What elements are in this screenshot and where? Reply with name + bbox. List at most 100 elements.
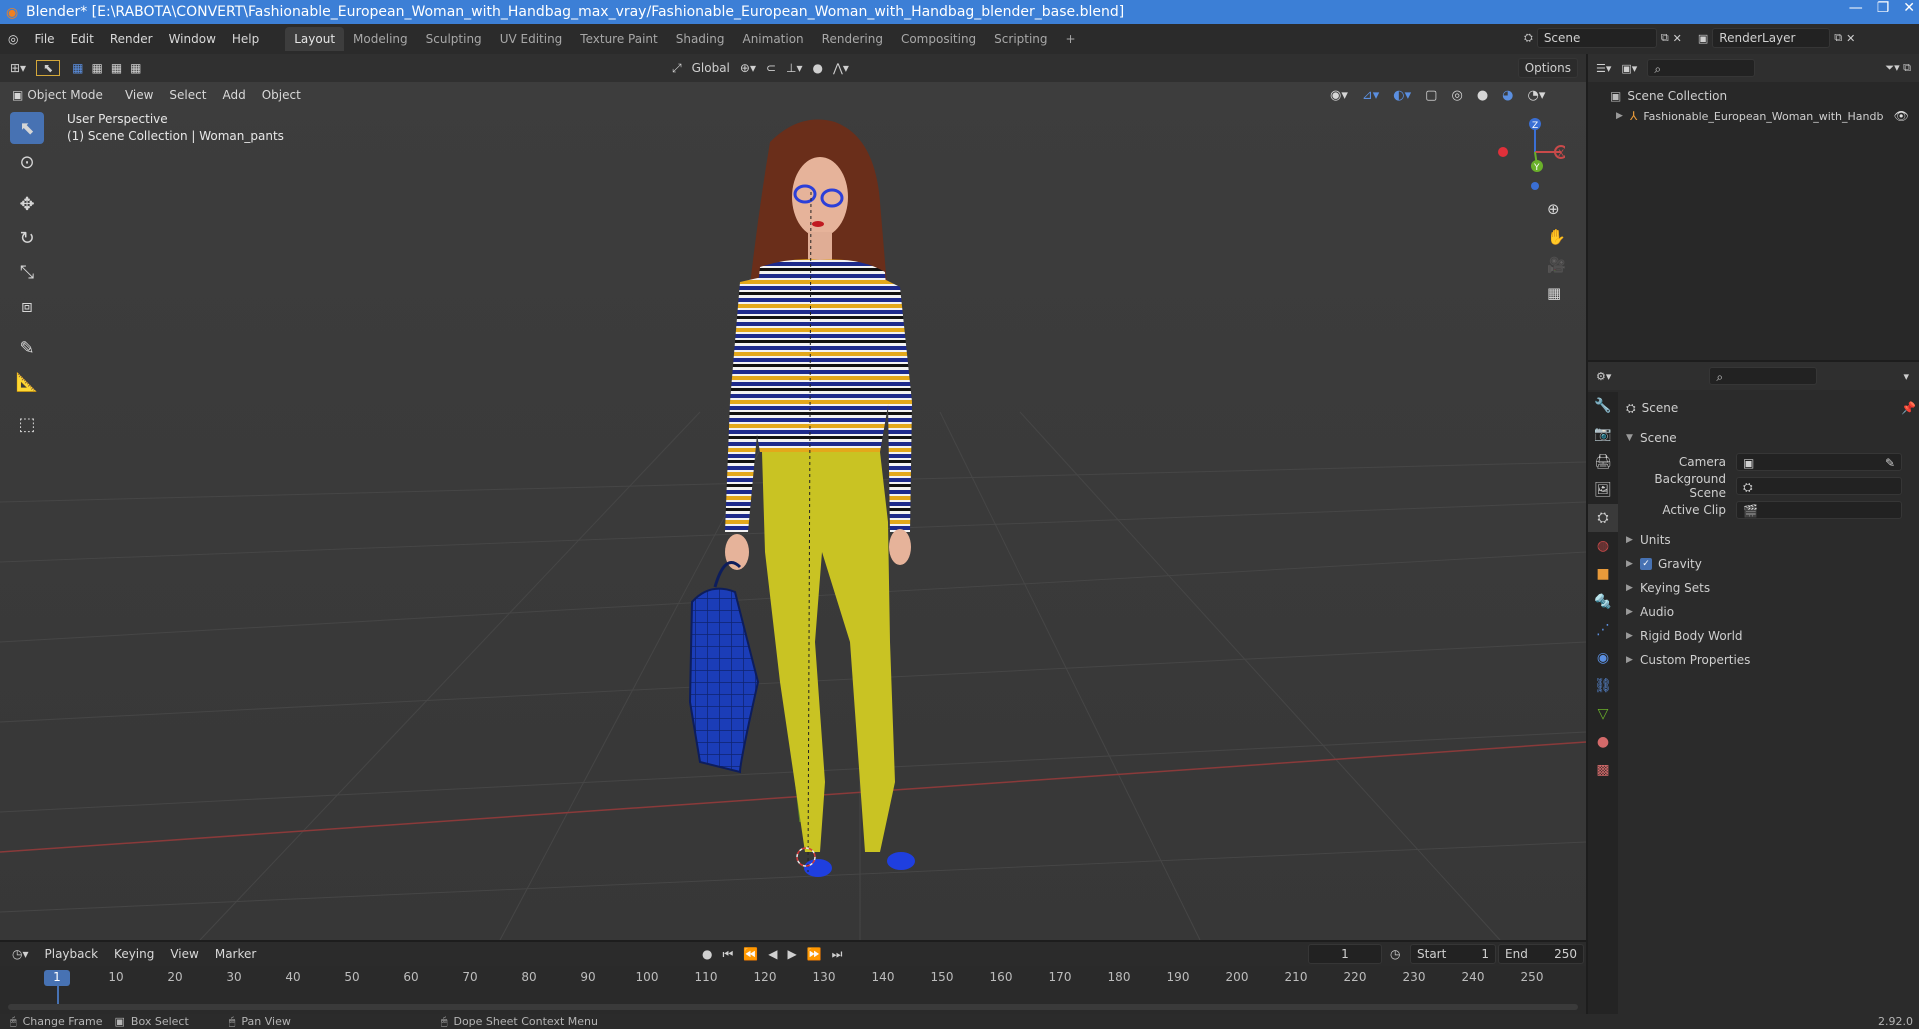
expand-arrow-icon[interactable]: ▶ [1626,655,1640,665]
keying-menu[interactable]: Keying [106,947,162,961]
custom-properties-panel[interactable]: ▶ Custom Properties [1626,648,1916,672]
rotate-tool-icon[interactable]: ↻ [10,222,44,254]
particles-tab-icon[interactable]: ⋰ [1588,616,1618,644]
blender-menu-icon[interactable]: ◎ [0,32,26,46]
viewport-menu-add[interactable]: Add [214,88,253,102]
scene-selector[interactable]: Scene [1536,28,1657,48]
collapse-arrow-icon[interactable]: ▼ [1626,433,1640,443]
menu-file[interactable]: File [26,32,62,46]
object-mode-dropdown[interactable]: Object Mode [27,88,117,102]
preview-range-icon[interactable]: ◷ [1390,947,1400,961]
select-mode-extend-icon[interactable]: ▦ [87,61,106,75]
new-scene-icon[interactable]: ⧉ [1661,31,1669,45]
prev-keyframe-icon[interactable]: ⏪ [743,947,758,961]
tool-tab-icon[interactable]: 🔧 [1588,392,1618,420]
jump-start-icon[interactable]: ⏮ [722,947,733,962]
rigid-body-world-panel[interactable]: ▶ Rigid Body World [1626,624,1916,648]
transform-tool-icon[interactable]: ⧈ [10,290,44,322]
menu-render[interactable]: Render [102,32,161,46]
visibility-icon[interactable]: ◉▾ [1330,88,1348,103]
end-frame-field[interactable]: End 250 [1498,944,1584,964]
scene-tab-icon[interactable]: ⛭ [1588,504,1618,532]
transform-orientation-icon[interactable]: ⤢ [672,61,682,76]
tab-rendering[interactable]: Rendering [813,27,892,51]
modifier-tab-icon[interactable]: 🔩 [1588,588,1618,616]
outliner-object-row[interactable]: ▶ ⅄ Fashionable_European_Woman_with_Hand… [1588,106,1919,126]
view-layer-selector[interactable]: RenderLayer [1712,28,1831,48]
viewport-menu-select[interactable]: Select [161,88,214,102]
measure-tool-icon[interactable]: 📐 [10,366,44,398]
add-cube-tool-icon[interactable]: ⬚ [10,408,44,440]
keying-sets-panel[interactable]: ▶ Keying Sets [1626,576,1916,600]
properties-editor-icon[interactable]: ⚙▾ [1596,370,1611,383]
start-frame-field[interactable]: Start 1 [1410,944,1496,964]
record-icon[interactable]: ● [702,947,712,961]
output-tab-icon[interactable]: 🖨 [1588,448,1618,476]
tab-texture-paint[interactable]: Texture Paint [571,27,666,51]
current-frame-marker[interactable]: 1 [44,970,70,986]
pivot-point-icon[interactable]: ⊕▾ [740,61,756,75]
gravity-checkbox[interactable]: ✓ [1640,558,1652,570]
wireframe-shading-icon[interactable]: ◎ [1451,88,1462,103]
select-box-tool-icon[interactable]: ⬉ [10,112,44,144]
select-mode-subtract-icon[interactable]: ▦ [107,61,126,75]
play-icon[interactable]: ▶ [787,947,796,961]
tab-animation[interactable]: Animation [733,27,812,51]
delete-view-layer-icon[interactable]: ✕ [1846,32,1855,45]
texture-tab-icon[interactable]: ▩ [1588,756,1618,784]
overlay-toggle-icon[interactable]: ◐▾ [1393,88,1411,103]
expand-arrow-icon[interactable]: ▶ [1626,535,1640,545]
properties-search-input[interactable]: ⌕ [1709,367,1818,385]
ortho-grid-icon[interactable]: ▦ [1547,284,1566,302]
3d-viewport[interactable]: ▣ Object Mode View Select Add Object ◉▾ … [0,82,1586,940]
navigation-gizmo[interactable]: Z X Y [1485,112,1568,192]
add-workspace-button[interactable]: + [1057,27,1085,51]
transform-orientation-dropdown[interactable]: Global [692,61,730,75]
scene-icon[interactable]: ⛭ [1524,31,1533,45]
play-reverse-icon[interactable]: ◀ [768,947,777,961]
tab-scripting[interactable]: Scripting [985,27,1056,51]
active-clip-field[interactable]: 🎬 [1736,501,1902,519]
view-layer-icon[interactable]: ▣ [1698,32,1708,45]
render-tab-icon[interactable]: 📷 [1588,420,1618,448]
solid-shading-icon[interactable]: ● [1477,88,1488,103]
visibility-eye-icon[interactable]: 👁 [1894,109,1909,123]
outliner-search-input[interactable]: ⌕ [1647,59,1756,77]
jump-end-icon[interactable]: ⏭ [832,947,843,962]
scene-panel-header[interactable]: ▼ Scene [1626,426,1916,450]
display-mode-icon[interactable]: ▣▾ [1621,62,1637,75]
menu-edit[interactable]: Edit [63,32,102,46]
tab-shading[interactable]: Shading [667,27,734,51]
marker-menu[interactable]: Marker [207,947,264,961]
new-view-layer-icon[interactable]: ⧉ [1834,31,1842,45]
timeline-ruler[interactable]: 1 10 20 30 40 50 60 70 80 90 100 110 120 130 140 150 16… [0,966,1586,1016]
menu-window[interactable]: Window [161,32,224,46]
move-tool-icon[interactable]: ✥ [10,188,44,220]
filter-icon[interactable]: ⏷▾ ⧉ [1885,61,1911,75]
maximize-button[interactable]: ❐ [1877,0,1890,16]
editor-type-icon[interactable]: ⊞▾ [0,61,36,75]
next-keyframe-icon[interactable]: ⏩ [807,947,822,961]
expand-arrow-icon[interactable]: ▶ [1626,559,1640,569]
timeline-editor-icon[interactable]: ◷▾ [0,947,37,961]
object-tab-icon[interactable]: ■ [1588,560,1618,588]
tab-layout[interactable]: Layout [285,27,345,51]
gravity-panel[interactable]: ▶ ✓ Gravity [1626,552,1916,576]
select-tool-icon[interactable]: ⬉ [36,60,61,76]
xray-toggle-icon[interactable]: ▢ [1425,88,1437,103]
select-mode-invert-icon[interactable]: ▦ [126,61,145,75]
gizmo-toggle-icon[interactable]: ⊿▾ [1362,88,1379,103]
world-tab-icon[interactable]: ◍ [1588,532,1618,560]
timeline-view-menu[interactable]: View [162,947,206,961]
zoom-icon[interactable]: ⊕ [1547,200,1566,218]
tab-modeling[interactable]: Modeling [344,27,417,51]
audio-panel[interactable]: ▶ Audio [1626,600,1916,624]
background-scene-field[interactable]: ⛭ [1736,477,1902,495]
expand-arrow-icon[interactable]: ▶ [1626,607,1640,617]
timeline-scrollbar[interactable] [8,1004,1578,1010]
delete-scene-icon[interactable]: ✕ [1673,32,1682,45]
minimize-button[interactable]: — [1849,0,1863,16]
viewport-menu-object[interactable]: Object [254,88,309,102]
scale-tool-icon[interactable]: ⤡ [10,256,44,288]
expand-arrow-icon[interactable]: ▶ [1616,111,1630,121]
